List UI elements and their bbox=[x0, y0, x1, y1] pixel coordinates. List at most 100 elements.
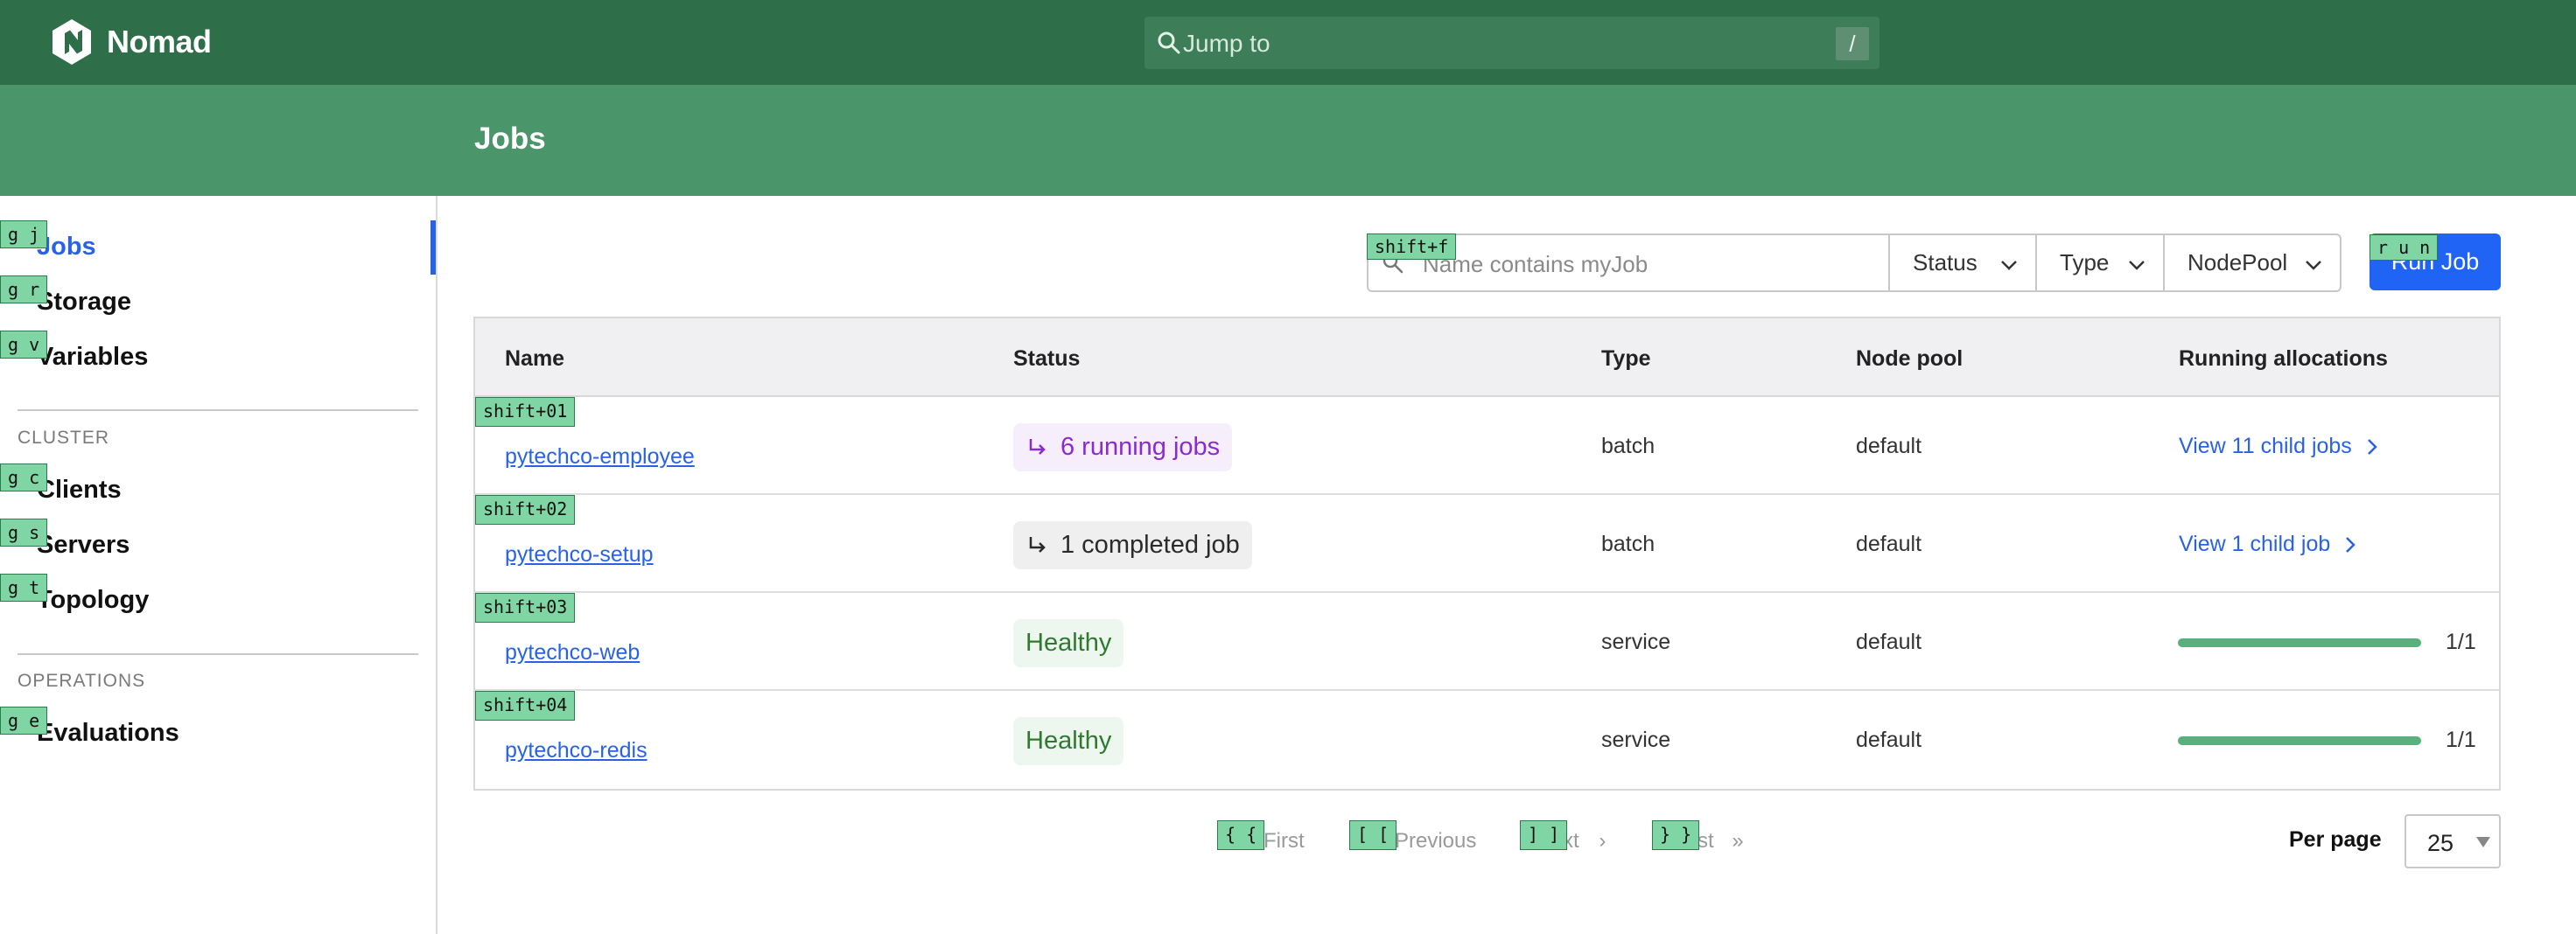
shortcut-hint-run-job: r u n bbox=[2370, 234, 2439, 261]
job-search-placeholder: Name contains myJob bbox=[1423, 251, 1648, 277]
shortcut-hint-evaluations: g e bbox=[0, 707, 48, 735]
column-header-running-allocations: Running allocations bbox=[2179, 346, 2388, 371]
chevron-down-icon bbox=[2129, 261, 2145, 270]
view-child-jobs-link[interactable]: View 1 child job bbox=[2179, 532, 2358, 557]
nomad-logo-link[interactable]: Nomad bbox=[51, 19, 212, 65]
job-node-pool: default bbox=[1856, 532, 1922, 556]
status-text: Healthy bbox=[1026, 629, 1112, 657]
column-header-node-pool[interactable]: Node pool bbox=[1856, 346, 1963, 372]
chevron-right-icon: › bbox=[1599, 829, 1606, 853]
chevron-down-icon bbox=[2306, 261, 2321, 270]
job-name-link[interactable]: pytechco-web bbox=[505, 640, 640, 666]
chevron-right-icon bbox=[2346, 536, 2356, 553]
double-chevron-right-icon: » bbox=[1732, 829, 1744, 853]
pagination-first[interactable]: First bbox=[1264, 829, 1305, 854]
sidebar-item-topology[interactable]: Topology bbox=[37, 586, 149, 615]
child-jobs-arrow-icon bbox=[1029, 536, 1046, 553]
status-text: 1 completed job bbox=[1060, 531, 1240, 559]
job-type: batch bbox=[1601, 532, 1656, 556]
sidebar-item-storage[interactable]: Storage bbox=[37, 288, 131, 317]
table-row[interactable]: shift+01 pytechco-employee 6 running job… bbox=[475, 397, 2499, 495]
table-row[interactable]: shift+04 pytechco-redis Healthy service … bbox=[475, 691, 2499, 789]
per-page-label: Per page bbox=[2289, 827, 2382, 852]
allocation-progress-bar bbox=[2178, 638, 2421, 647]
column-header-name[interactable]: Name bbox=[505, 346, 564, 372]
per-page-select[interactable]: 25 bbox=[2404, 814, 2501, 868]
sidebar-section-cluster: CLUSTER bbox=[18, 428, 110, 448]
job-node-pool: default bbox=[1856, 434, 1922, 458]
job-name-link[interactable]: pytechco-redis bbox=[505, 738, 648, 763]
sidebar-divider bbox=[18, 409, 418, 411]
column-header-status[interactable]: Status bbox=[1013, 346, 1080, 372]
view-child-jobs-label: View 1 child job bbox=[2179, 532, 2331, 556]
job-type: service bbox=[1601, 728, 1671, 752]
shortcut-hint-row: shift+04 bbox=[475, 691, 576, 721]
shortcut-hint-row: shift+02 bbox=[475, 495, 576, 525]
table-header: Name Status Type Node pool Running alloc… bbox=[475, 318, 2499, 397]
jobs-table: Name Status Type Node pool Running alloc… bbox=[473, 317, 2501, 791]
shortcut-hint-clients: g c bbox=[0, 464, 48, 491]
status-filter-label: Status bbox=[1913, 249, 1978, 275]
column-header-type[interactable]: Type bbox=[1601, 346, 1651, 372]
nomad-logo-icon bbox=[52, 19, 91, 65]
shortcut-hint-variables: g v bbox=[0, 331, 48, 359]
shortcut-hint-servers: g s bbox=[0, 519, 48, 547]
shortcut-hint-search: shift+f bbox=[1367, 234, 1457, 260]
top-navigation-bar: Nomad Jump to / bbox=[0, 0, 2576, 85]
status-text: Healthy bbox=[1026, 727, 1112, 755]
chevron-right-icon bbox=[2367, 438, 2377, 455]
shortcut-hint-row: shift+01 bbox=[475, 397, 576, 427]
child-jobs-arrow-icon bbox=[1029, 438, 1046, 455]
status-badge: 6 running jobs bbox=[1013, 423, 1233, 471]
job-node-pool: default bbox=[1856, 728, 1922, 752]
allocation-count: 1/1 bbox=[2446, 728, 2476, 752]
shortcut-hint-last: } } bbox=[1652, 820, 1700, 850]
job-type: batch bbox=[1601, 434, 1656, 458]
jump-to-search[interactable]: Jump to / bbox=[1144, 17, 1880, 69]
shortcut-hint-jobs: g j bbox=[0, 220, 48, 248]
table-row[interactable]: shift+03 pytechco-web Healthy service de… bbox=[475, 593, 2499, 691]
pagination-last[interactable]: st » bbox=[1698, 829, 1744, 854]
chevron-down-icon bbox=[2001, 261, 2017, 270]
page-title: Jobs bbox=[474, 122, 546, 156]
type-filter-dropdown[interactable]: Type bbox=[2035, 234, 2165, 292]
nodepool-filter-label: NodePool bbox=[2188, 249, 2288, 275]
allocation-progress-fill bbox=[2178, 638, 2421, 647]
per-page-value: 25 bbox=[2427, 830, 2454, 856]
view-child-jobs-label: View 11 child jobs bbox=[2179, 434, 2352, 458]
jump-to-placeholder: Jump to bbox=[1183, 30, 1270, 57]
status-badge: Healthy bbox=[1013, 619, 1124, 667]
dropdown-triangle-icon bbox=[2476, 837, 2490, 847]
allocation-count: 1/1 bbox=[2446, 630, 2476, 654]
sidebar-item-clients[interactable]: Clients bbox=[37, 476, 122, 505]
job-type: service bbox=[1601, 630, 1671, 654]
shortcut-hint-row: shift+03 bbox=[475, 593, 576, 623]
allocation-progress-fill bbox=[2178, 736, 2421, 745]
sidebar-item-evaluations[interactable]: Evaluations bbox=[37, 719, 179, 748]
jump-to-shortcut-key: / bbox=[1836, 27, 1869, 60]
sidebar-item-variables[interactable]: Variables bbox=[37, 343, 148, 372]
pagination-next[interactable]: xt › bbox=[1563, 829, 1606, 854]
shortcut-hint-first: { { bbox=[1217, 820, 1265, 850]
sidebar: Jobs g j Storage g r Variables g v CLUST… bbox=[0, 196, 438, 934]
sidebar-item-servers[interactable]: Servers bbox=[37, 531, 130, 560]
status-badge: Healthy bbox=[1013, 717, 1124, 765]
sidebar-divider bbox=[18, 653, 418, 655]
table-row[interactable]: shift+02 pytechco-setup 1 completed job … bbox=[475, 495, 2499, 593]
status-badge: 1 completed job bbox=[1013, 521, 1252, 569]
job-node-pool: default bbox=[1856, 630, 1922, 654]
shortcut-hint-storage: g r bbox=[0, 275, 48, 303]
search-icon bbox=[1158, 31, 1180, 54]
type-filter-label: Type bbox=[2060, 249, 2110, 275]
sidebar-active-indicator bbox=[430, 220, 436, 275]
app-name: Nomad bbox=[107, 24, 212, 59]
pagination-previous[interactable]: Previous bbox=[1395, 829, 1476, 854]
status-text: 6 running jobs bbox=[1060, 433, 1221, 461]
job-name-link[interactable]: pytechco-employee bbox=[505, 444, 695, 470]
nodepool-filter-dropdown[interactable]: NodePool bbox=[2163, 234, 2342, 292]
status-filter-dropdown[interactable]: Status bbox=[1888, 234, 2037, 292]
view-child-jobs-link[interactable]: View 11 child jobs bbox=[2179, 434, 2380, 459]
shortcut-hint-topology: g t bbox=[0, 574, 48, 602]
job-name-link[interactable]: pytechco-setup bbox=[505, 542, 654, 568]
shortcut-hint-next: ] ] bbox=[1520, 820, 1568, 850]
